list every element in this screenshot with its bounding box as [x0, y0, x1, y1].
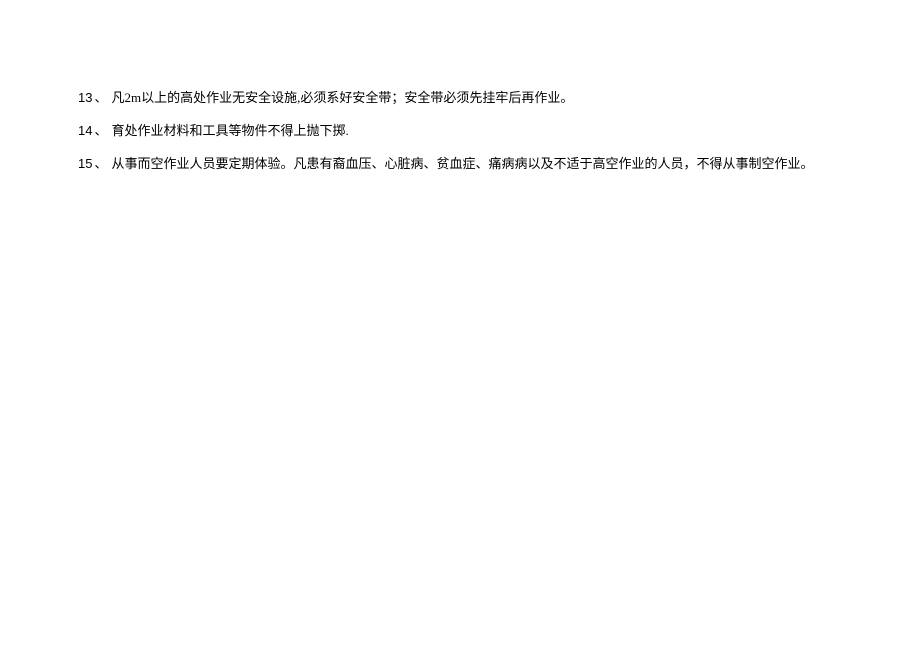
item-separator: 、 — [94, 88, 107, 109]
item-number: 13 — [78, 88, 92, 109]
item-separator: 、 — [94, 121, 107, 142]
item-separator: 、 — [94, 154, 107, 175]
document-body: 13 、 凡2m以上的高处作业无安全设施,必须系好安全带；安全带必须先挂牢后再作… — [78, 88, 842, 174]
item-number: 15 — [78, 154, 92, 175]
list-item: 15 、 从事而空作业人员要定期体验。凡患有裔血压、心脏病、贫血症、痛病病以及不… — [78, 154, 842, 175]
item-text: 从事而空作业人员要定期体验。凡患有裔血压、心脏病、贫血症、痛病病以及不适于高空作… — [111, 154, 813, 175]
list-item: 14 、 育处作业材料和工具等物件不得上抛下掷. — [78, 121, 842, 142]
item-number: 14 — [78, 121, 92, 142]
item-text: 育处作业材料和工具等物件不得上抛下掷. — [111, 121, 348, 142]
list-item: 13 、 凡2m以上的高处作业无安全设施,必须系好安全带；安全带必须先挂牢后再作… — [78, 88, 842, 109]
item-text: 凡2m以上的高处作业无安全设施,必须系好安全带；安全带必须先挂牢后再作业。 — [111, 88, 573, 109]
